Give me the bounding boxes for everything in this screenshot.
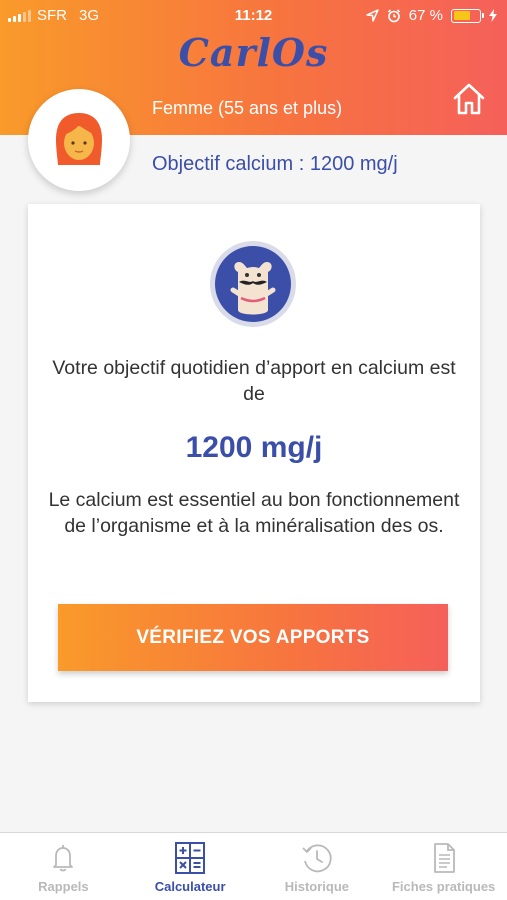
calculator-icon — [175, 842, 206, 874]
check-intake-button[interactable]: VÉRIFIEZ VOS APPORTS — [58, 604, 448, 671]
avatar[interactable] — [28, 89, 130, 191]
tab-calculateur-label: Calculateur — [154, 879, 226, 894]
bone-mascot-icon — [210, 241, 296, 327]
history-icon — [302, 844, 332, 873]
battery-icon — [451, 8, 484, 23]
tab-rappels-label: Rappels — [38, 879, 89, 894]
calcium-objective: Objectif calcium : 1200 mg/j — [152, 153, 398, 175]
objective-card: Votre objectif quotidien d’apport en cal… — [28, 204, 480, 702]
tab-fiches-pratiques[interactable]: Fiches pratiques — [380, 833, 507, 900]
profile-label: Femme (55 ans et plus) — [152, 98, 343, 118]
alarm-icon — [387, 8, 400, 22]
document-icon — [433, 843, 455, 873]
calcium-description: Le calcium est essentiel au bon fonction… — [48, 489, 460, 537]
tab-historique-label: Historique — [284, 879, 350, 894]
bell-icon — [53, 845, 74, 872]
bottom-tab-bar: Rappels Calculateur Historique Fiches pr… — [0, 832, 507, 900]
charging-icon — [489, 9, 497, 22]
location-icon — [366, 9, 379, 22]
objective-intro: Votre objectif quotidien d’apport en cal… — [52, 357, 456, 405]
status-bar: SFR 3G 11:12 67 % — [0, 0, 507, 32]
battery-level — [453, 11, 471, 20]
objective-value: 1200 mg/j — [185, 431, 323, 464]
tab-fiches-pratiques-label: Fiches pratiques — [391, 879, 496, 894]
logo-text-main: CarlO — [178, 30, 307, 75]
home-icon — [453, 83, 485, 115]
tab-calculateur[interactable]: Calculateur — [127, 833, 254, 900]
tab-rappels[interactable]: Rappels — [0, 833, 127, 900]
logo-text-end: s — [306, 30, 329, 75]
home-button[interactable] — [450, 80, 488, 118]
woman-avatar-icon — [56, 113, 102, 165]
app-logo: CarlOs — [0, 30, 507, 75]
battery-percent: 67 % — [408, 7, 443, 24]
tab-historique[interactable]: Historique — [254, 833, 381, 900]
status-right: 67 % — [366, 7, 497, 24]
